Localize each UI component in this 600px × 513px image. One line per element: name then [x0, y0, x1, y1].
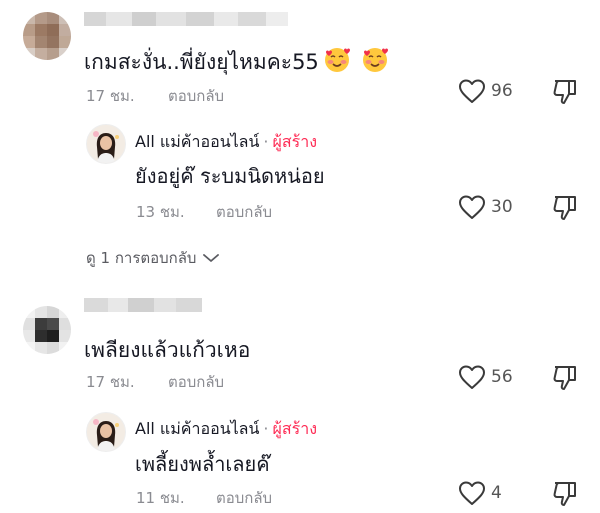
heart-icon — [459, 195, 485, 219]
heart-icon — [459, 79, 485, 103]
smiling-face-with-hearts-icon — [324, 48, 350, 72]
creator-badge: ผู้สร้าง — [272, 419, 318, 438]
comment-time: 17 ชม. — [86, 87, 135, 105]
thumbs-down-icon[interactable] — [551, 194, 579, 222]
separator-dot: · — [263, 132, 269, 151]
heart-icon — [459, 481, 485, 505]
reply-button[interactable]: ตอบกลับ — [168, 84, 224, 108]
like-count: 96 — [491, 81, 513, 101]
reply-author-line: All แม่ค้าออนไลน์ · ผู้สร้าง — [135, 130, 317, 155]
like-button[interactable]: 56 — [458, 364, 513, 390]
thumbs-down-icon[interactable] — [551, 364, 579, 392]
commenter-username[interactable] — [84, 12, 288, 26]
reply-button[interactable]: ตอบกลับ — [216, 200, 272, 224]
like-count: 30 — [491, 197, 513, 217]
separator-dot: · — [263, 419, 269, 438]
like-count: 4 — [491, 483, 502, 503]
view-replies-button[interactable]: ดู 1 การตอบกลับ — [86, 246, 220, 270]
reply-time: 11 ชม. — [136, 489, 185, 507]
reply-button[interactable]: ตอบกลับ — [168, 370, 224, 394]
view-replies-label: ดู 1 การตอบกลับ — [86, 249, 197, 267]
comment-text: เพลียงแล้วแก้วเหอ — [84, 338, 251, 362]
like-button[interactable]: 96 — [458, 78, 513, 104]
chevron-down-icon — [203, 254, 220, 262]
creator-avatar[interactable] — [86, 412, 126, 452]
commenter-avatar[interactable] — [23, 12, 71, 60]
like-button[interactable]: 30 — [458, 194, 513, 220]
reply-time: 13 ชม. — [136, 203, 185, 221]
smiling-face-with-hearts-icon — [362, 48, 388, 72]
creator-avatar[interactable] — [86, 124, 126, 164]
reply-author-line: All แม่ค้าออนไลน์ · ผู้สร้าง — [135, 417, 317, 442]
creator-badge: ผู้สร้าง — [272, 132, 318, 151]
comment-time: 17 ชม. — [86, 373, 135, 391]
thumbs-down-icon[interactable] — [551, 78, 579, 106]
reply-author-name[interactable]: All แม่ค้าออนไลน์ — [135, 132, 259, 151]
commenter-avatar[interactable] — [23, 306, 71, 354]
like-count: 56 — [491, 367, 513, 387]
reply-text: ยังอยู่ค๊ ระบมนิดหน่อย — [135, 164, 325, 188]
heart-icon — [459, 365, 485, 389]
reply-author-name[interactable]: All แม่ค้าออนไลน์ — [135, 419, 259, 438]
like-button[interactable]: 4 — [458, 480, 502, 506]
thumbs-down-icon[interactable] — [551, 480, 579, 508]
comment-text: เกมสะงั่น..พี่ยังยุไหมคะ55 — [84, 46, 389, 79]
reply-button[interactable]: ตอบกลับ — [216, 486, 272, 510]
commenter-username[interactable] — [84, 298, 202, 312]
reply-text: เพลี้ยงพล้ำเลยค๊ — [135, 452, 270, 476]
